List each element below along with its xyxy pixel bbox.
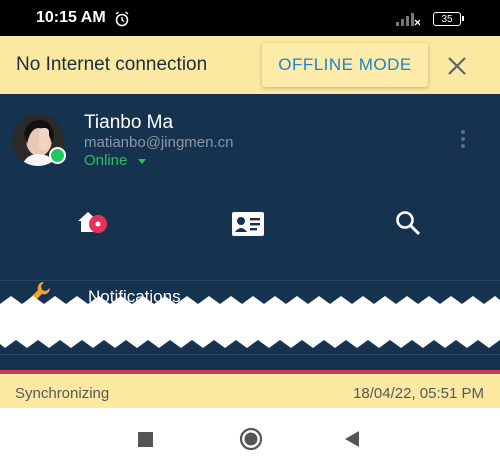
signal-icon xyxy=(396,13,420,26)
no-connection-message: No Internet connection xyxy=(16,54,208,75)
account-email: matianbo@jingmen.cn xyxy=(84,134,234,151)
status-bar: 10:15 AM 35 xyxy=(0,0,500,36)
torn-edge-separator xyxy=(0,296,500,348)
contact-card-icon[interactable] xyxy=(231,211,265,237)
close-icon[interactable] xyxy=(444,53,470,79)
chevron-down-icon[interactable] xyxy=(138,159,146,164)
sync-timestamp: 18/04/22, 05:51 PM xyxy=(353,385,484,402)
clock: 10:15 AM xyxy=(36,9,106,26)
offline-mode-button[interactable]: OFFLINE MODE xyxy=(262,43,428,87)
back-icon[interactable] xyxy=(343,430,361,448)
divider xyxy=(0,354,500,355)
sync-status-bar: Synchronizing 18/04/22, 05:51 PM xyxy=(0,374,500,408)
divider xyxy=(0,280,500,281)
battery-icon: 35 xyxy=(433,12,464,26)
recent-apps-icon[interactable] xyxy=(138,432,153,447)
home-icon[interactable] xyxy=(76,208,110,238)
system-navigation-bar xyxy=(0,408,500,468)
presence-status[interactable]: Online xyxy=(84,152,127,169)
more-options-icon[interactable] xyxy=(460,130,466,152)
home-button-icon[interactable] xyxy=(239,427,263,451)
online-status-dot xyxy=(49,147,66,164)
sync-status: Synchronizing xyxy=(15,385,110,402)
alarm-icon xyxy=(115,11,129,27)
account-name: Tianbo Ma xyxy=(84,112,174,133)
offline-banner: No Internet connection OFFLINE MODE xyxy=(0,36,500,94)
search-icon[interactable] xyxy=(394,209,422,237)
